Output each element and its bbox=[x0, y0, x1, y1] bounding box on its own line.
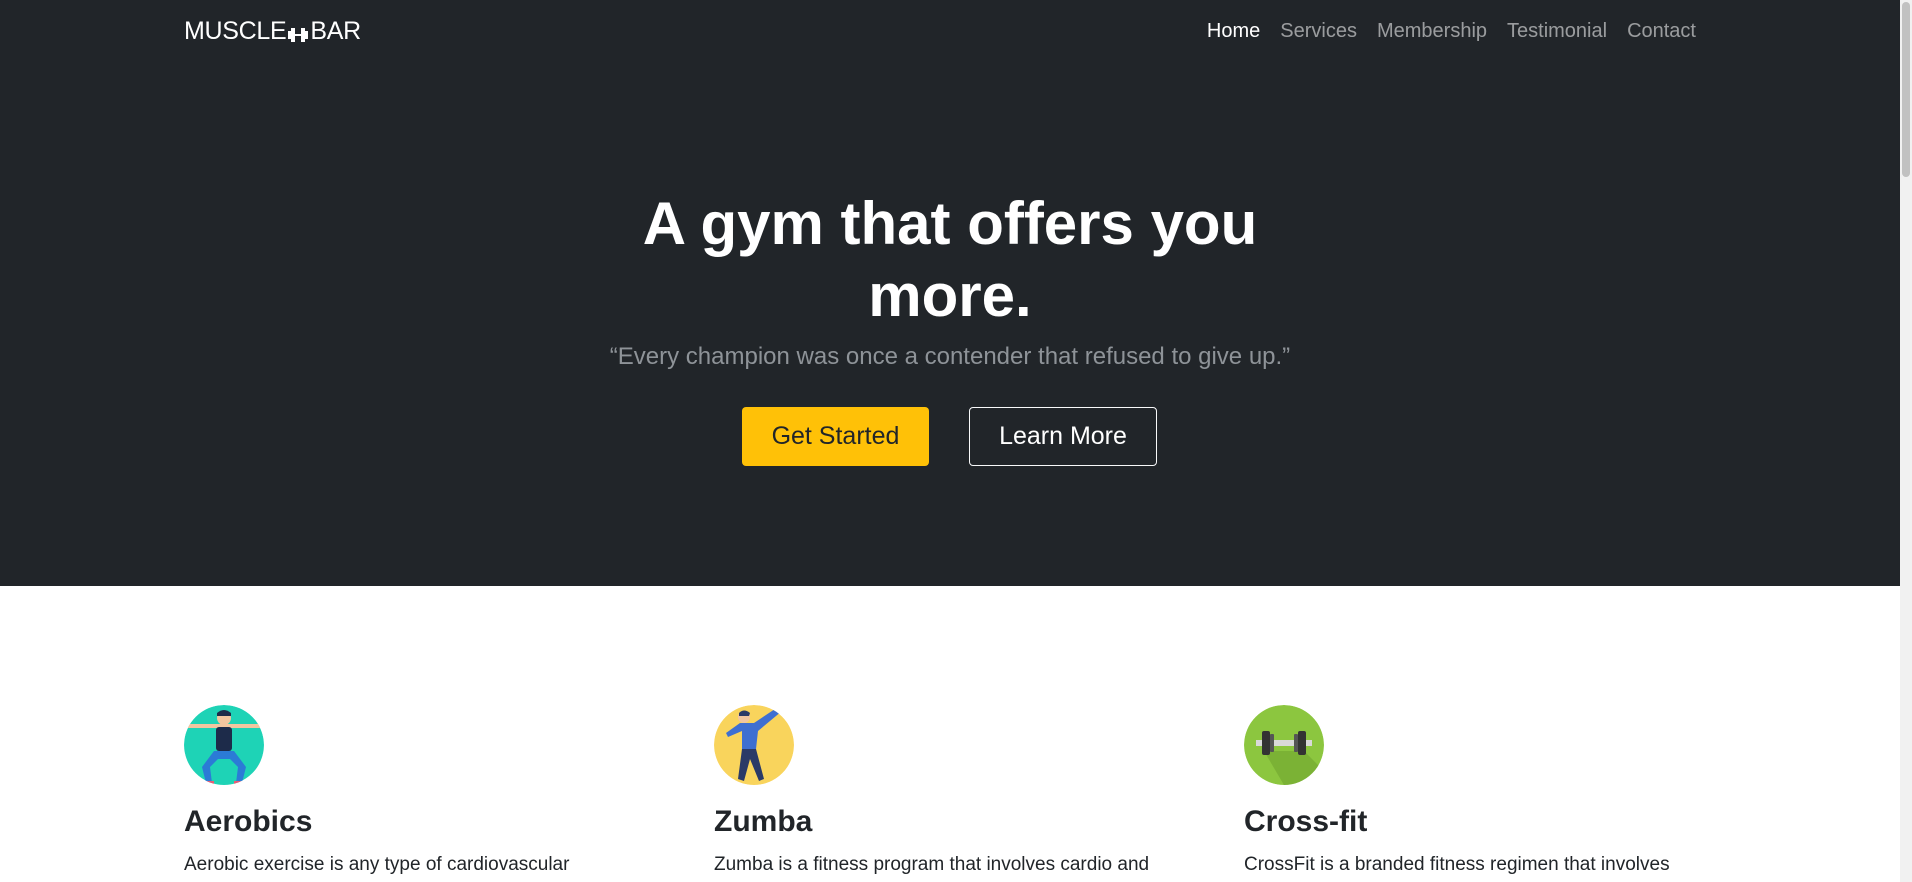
brand-text-right: BAR bbox=[310, 16, 361, 45]
brand-text-left: MUSCLE bbox=[184, 16, 287, 45]
service-description: Aerobic exercise is any type of cardiova… bbox=[184, 854, 570, 875]
zumba-dancer-icon bbox=[714, 705, 794, 785]
service-card-zumba: Zumba Zumba is a fitness program that in… bbox=[714, 705, 1194, 878]
service-description: Zumba is a fitness program that involves… bbox=[714, 854, 1150, 875]
service-title: Cross-fit bbox=[1244, 805, 1368, 838]
nav-link-contact[interactable]: Contact bbox=[1617, 18, 1706, 44]
service-card-crossfit: Cross-fit CrossFit is a branded fitness … bbox=[1244, 705, 1724, 878]
nav-link-home[interactable]: Home bbox=[1197, 18, 1270, 44]
service-title: Aerobics bbox=[184, 805, 313, 838]
navbar: MUSCLE BAR Home Services Membership Test… bbox=[0, 0, 1900, 62]
brand-logo[interactable]: MUSCLE BAR bbox=[184, 16, 361, 46]
hero-title: A gym that offers you more. bbox=[0, 188, 1900, 332]
page-scrollbar[interactable] bbox=[1900, 0, 1912, 882]
scrollbar-thumb[interactable] bbox=[1902, 2, 1910, 177]
hero-section: MUSCLE BAR Home Services Membership Test… bbox=[0, 0, 1900, 586]
dumbbell-icon bbox=[287, 22, 309, 42]
nav-link-membership[interactable]: Membership bbox=[1367, 18, 1497, 44]
nav-link-testimonial[interactable]: Testimonial bbox=[1497, 18, 1617, 44]
service-card-aerobics: Aerobics Aerobic exercise is any type of… bbox=[184, 705, 664, 878]
hero-quote: “Every champion was once a contender tha… bbox=[609, 343, 1291, 370]
barbell-icon bbox=[1244, 705, 1324, 785]
nav-link-services[interactable]: Services bbox=[1270, 18, 1367, 44]
get-started-button[interactable]: Get Started bbox=[742, 407, 929, 466]
learn-more-button[interactable]: Learn More bbox=[969, 407, 1157, 466]
hero-title-line1: A gym that offers you bbox=[642, 190, 1258, 257]
service-description: CrossFit is a branded fitness regimen th… bbox=[1244, 854, 1670, 875]
hero-title-line2: more. bbox=[868, 262, 1032, 329]
aerobics-person-icon bbox=[184, 705, 264, 785]
nav-links: Home Services Membership Testimonial Con… bbox=[1197, 18, 1706, 44]
page: MUSCLE BAR Home Services Membership Test… bbox=[0, 0, 1900, 882]
service-title: Zumba bbox=[714, 805, 813, 838]
